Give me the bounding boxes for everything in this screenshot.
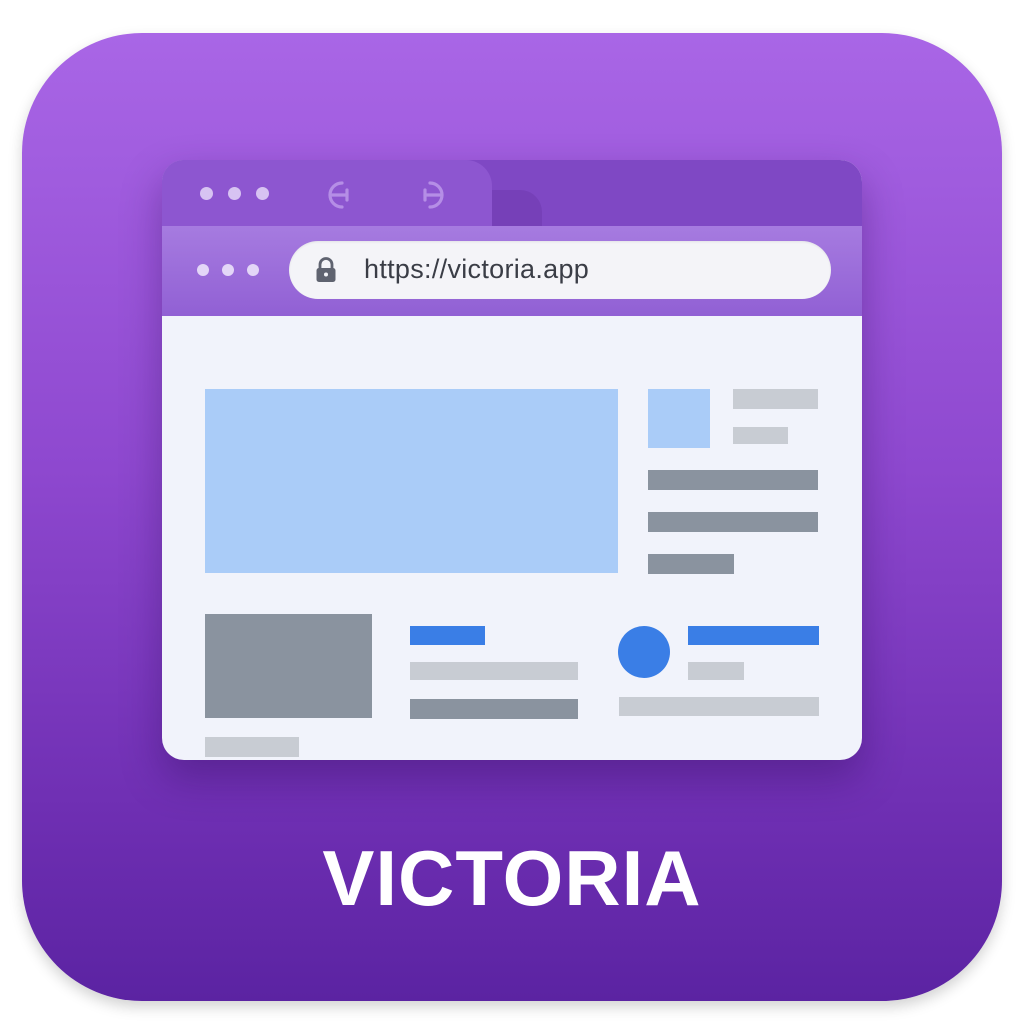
menu-dot (247, 264, 259, 276)
back-arrow-icon[interactable] (320, 178, 354, 212)
text-line-placeholder (619, 697, 819, 716)
url-text: https://victoria.app (364, 254, 590, 284)
thumbnail-placeholder (648, 389, 710, 448)
text-line-placeholder (410, 699, 578, 719)
brand-name: VICTORIA (322, 834, 702, 922)
browser-window: https://victoria.app (162, 160, 862, 760)
lock-icon (316, 257, 336, 282)
text-line-placeholder (688, 662, 744, 680)
browser-toolbar: https://victoria.app (162, 226, 862, 316)
menu-dot (197, 264, 209, 276)
link-placeholder (410, 626, 485, 645)
link-placeholder (688, 626, 819, 645)
caption-placeholder (205, 737, 299, 757)
app-icon-tile: https://victoria.app VICTORIA (22, 33, 1002, 1001)
forward-arrow-icon[interactable] (418, 178, 452, 212)
window-dot (228, 187, 241, 200)
text-line-placeholder (410, 662, 578, 680)
text-line-placeholder (648, 470, 818, 490)
menu-dot (222, 264, 234, 276)
title-bar (162, 160, 862, 226)
text-line-placeholder (648, 512, 818, 532)
text-line-placeholder (733, 427, 788, 444)
window-dot (256, 187, 269, 200)
text-line-placeholder (733, 389, 818, 409)
window-dot (200, 187, 213, 200)
address-bar[interactable]: https://victoria.app (289, 241, 831, 299)
hero-image-placeholder (205, 389, 618, 573)
card-image-placeholder (205, 614, 372, 718)
avatar-placeholder (618, 626, 670, 678)
text-line-placeholder (648, 554, 734, 574)
